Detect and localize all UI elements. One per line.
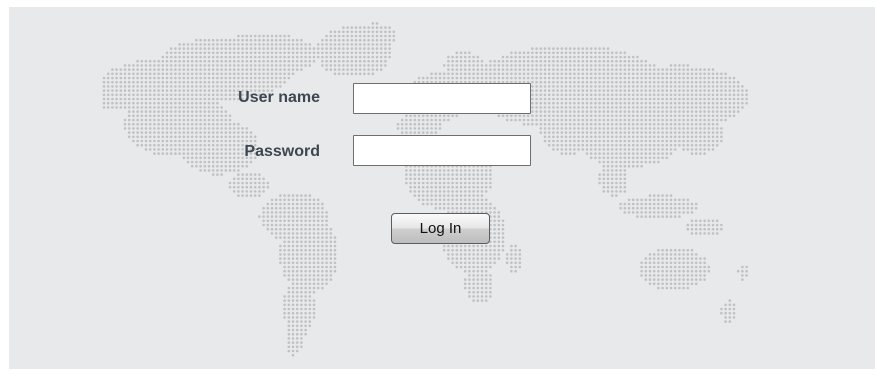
password-label: Password (244, 143, 320, 160)
login-panel: User name Password Log In (9, 7, 875, 369)
password-input[interactable] (353, 135, 531, 166)
username-label: User name (238, 89, 320, 106)
login-button[interactable]: Log In (391, 213, 490, 244)
world-map-background (102, 22, 748, 357)
username-input[interactable] (353, 83, 531, 114)
